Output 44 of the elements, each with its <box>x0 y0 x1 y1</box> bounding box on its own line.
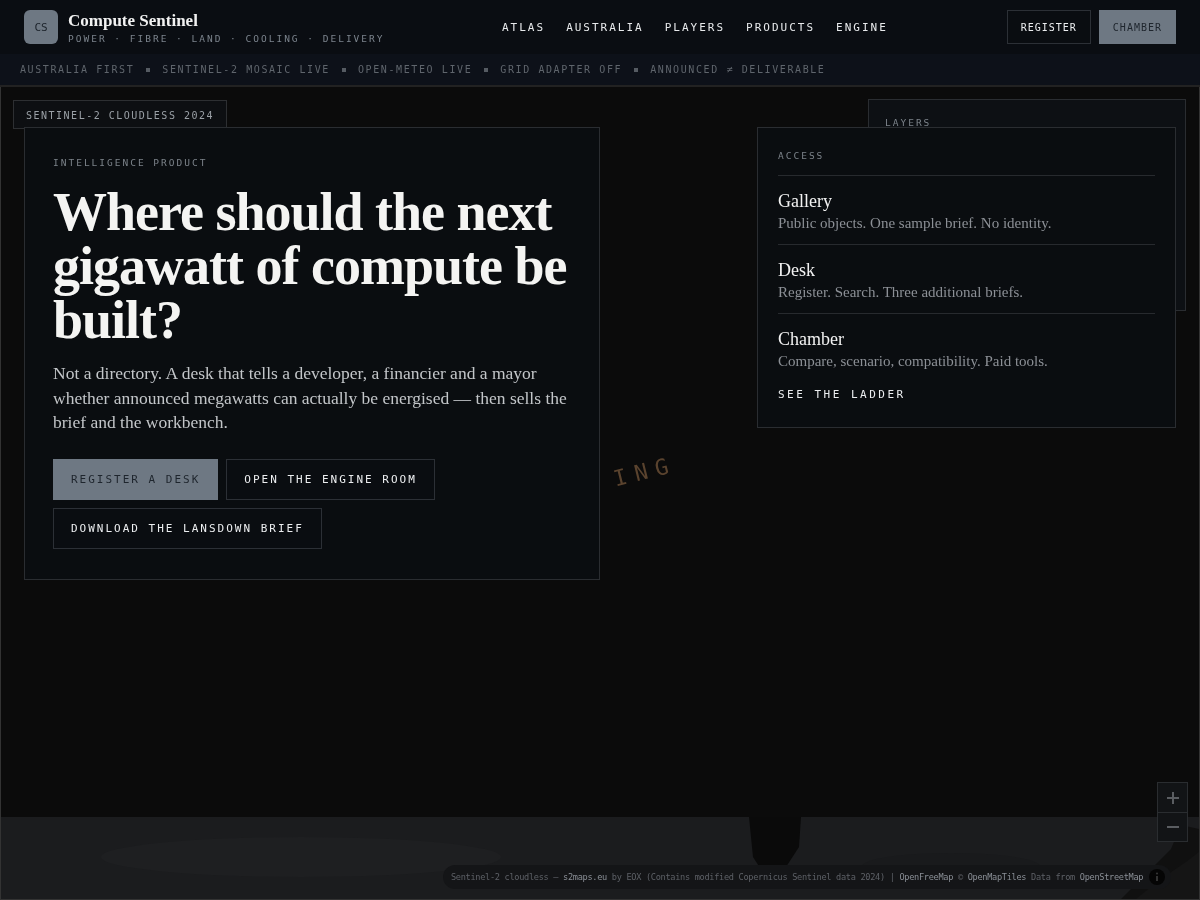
separator-icon <box>341 67 346 72</box>
ticker-item: SENTINEL-2 MOSAIC LIVE <box>162 64 330 75</box>
panel-title: LAYERS <box>885 117 933 128</box>
eyebrow-label: INTELLIGENCE PRODUCT <box>53 157 209 168</box>
nav-link[interactable]: ATLAS <box>502 20 546 34</box>
tier-description: Register. Search. Three additional briefs. <box>778 284 1025 301</box>
brand-name: Compute Sentinel <box>68 10 199 31</box>
info-icon[interactable] <box>1149 869 1166 885</box>
nav-link[interactable]: ENGINE <box>836 20 888 34</box>
attribution-link[interactable]: OpenStreetMap <box>1079 872 1144 882</box>
nav-link[interactable]: PLAYERS <box>664 20 726 34</box>
tier-name: Gallery <box>778 191 833 212</box>
cta-button[interactable]: OPEN THE ENGINE ROOM <box>226 458 435 500</box>
zoom-out-button[interactable] <box>1158 812 1187 841</box>
tier-description: Public objects. One sample brief. No identity. <box>778 215 1053 232</box>
minus-icon <box>1166 826 1179 828</box>
tier-description: Compare, scenario, compatibility. Paid tools. <box>778 353 1049 370</box>
tier-name: Chamber <box>778 329 845 350</box>
separator-icon <box>146 67 151 72</box>
plus-icon <box>1166 791 1179 804</box>
brand-tagline: POWER · FIBRE · LAND · COOLING · DELIVERY <box>68 32 385 44</box>
attribution-link[interactable]: s2maps.eu <box>563 872 607 882</box>
nav-link[interactable]: AUSTRALIA <box>566 20 644 34</box>
header-button[interactable]: REGISTER <box>1006 10 1091 44</box>
attribution-link[interactable]: OpenFreeMap <box>899 872 954 882</box>
ticker-item: ANNOUNCED ≠ DELIVERABLE <box>650 64 826 75</box>
separator-icon <box>634 67 639 72</box>
tier-name: Desk <box>778 260 816 281</box>
nav-link[interactable]: PRODUCTS <box>746 20 816 34</box>
map-attribution: Sentinel-2 cloudless — s2maps.eu by EOX (Contains modified Copernicus Sentinel data 2024) | OpenFreeMap © OpenMapTiles Data from OpenStreetMap <box>451 872 1144 882</box>
map-overlay-text: ING <box>610 451 679 492</box>
attribution-link[interactable]: OpenMapTiles <box>967 872 1027 882</box>
card-title: ACCESS <box>778 150 1155 176</box>
headline: Where should the next gigawatt of compute be built? <box>53 185 568 347</box>
logo-mark: CS <box>24 10 58 44</box>
layer-badge: SENTINEL-2 CLOUDLESS 2024 <box>13 100 227 129</box>
ticker-item: AUSTRALIA FIRST <box>20 64 135 75</box>
zoom-in-button[interactable] <box>1158 783 1187 812</box>
cta-button[interactable]: DOWNLOAD THE LANSDOWN BRIEF <box>53 507 322 549</box>
ladder-link[interactable]: SEE THE LADDER <box>778 388 906 401</box>
hero-paragraph: Not a directory. A desk that tells a developer, a financier and a mayor whether announced megawatts can actually be energised — then sells the brief and the workbench. <box>53 362 568 434</box>
ticker-item: OPEN-METEO LIVE <box>357 64 473 75</box>
separator-icon <box>484 67 489 72</box>
ticker-item: GRID ADAPTER OFF <box>500 64 623 75</box>
